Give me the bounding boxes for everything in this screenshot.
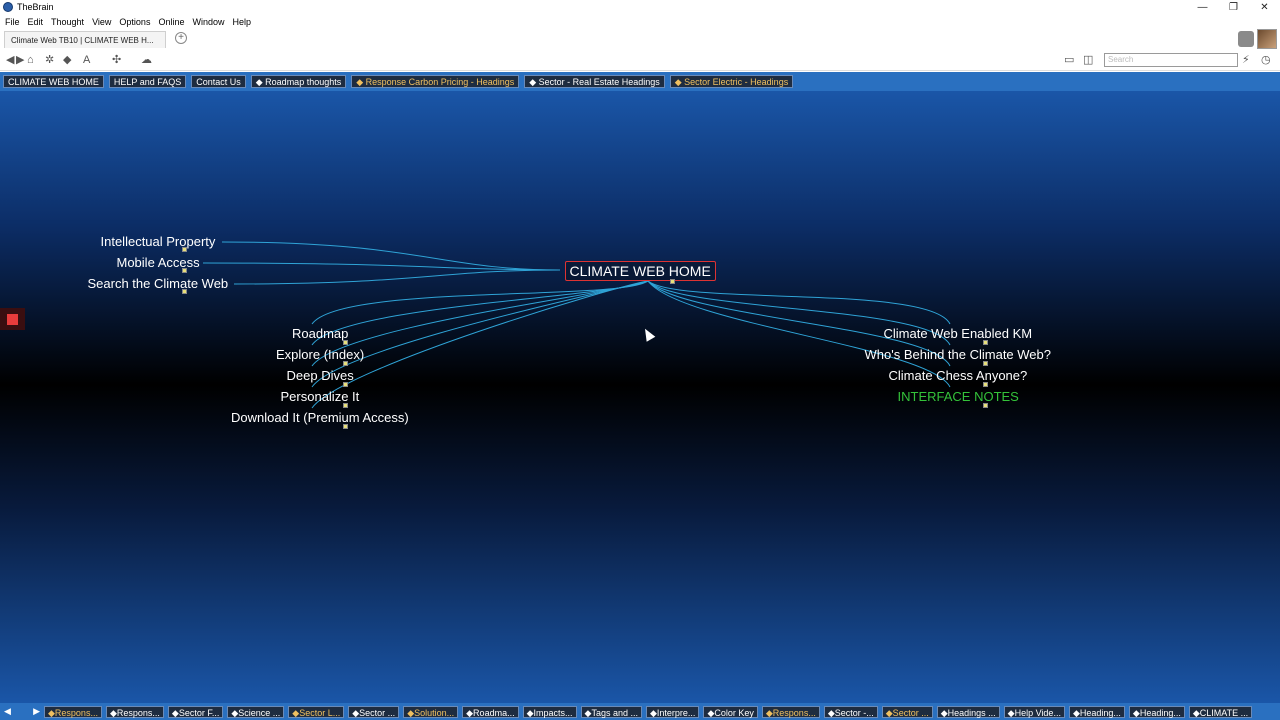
- sync-icon[interactable]: [1238, 31, 1254, 47]
- child-right-note-icon-1[interactable]: [983, 361, 988, 366]
- restore-button[interactable]: ❐: [1218, 0, 1249, 14]
- scroll-left-icon[interactable]: ◀: [4, 706, 11, 717]
- status-tab-5[interactable]: ◆Sector ...: [348, 705, 400, 718]
- child-right-note-icon-3[interactable]: [983, 403, 988, 408]
- pin-2[interactable]: Contact Us: [191, 75, 246, 88]
- child-left-thought-4[interactable]: Download It (Premium Access): [231, 410, 409, 425]
- parent-thought-2[interactable]: Search the Climate Web: [88, 276, 229, 291]
- title-bar: TheBrain — ❐ ✕: [0, 0, 1280, 14]
- clock-icon[interactable]: ◷: [1261, 53, 1271, 67]
- status-tab-0[interactable]: ◆Respons...: [44, 705, 102, 718]
- status-tab-14[interactable]: ◆Sector ...: [881, 705, 933, 718]
- parent-thought-0[interactable]: Intellectual Property: [101, 234, 216, 249]
- child-left-thought-1[interactable]: Explore (Index): [276, 347, 364, 362]
- pin-4[interactable]: ◆ Response Carbon Pricing - Headings: [351, 75, 520, 88]
- status-tab-4[interactable]: ◆Sector L...: [288, 705, 345, 718]
- status-bar: ◀ ▶ ◆Respons... ◆Respons... ◆Sector F... ◆S…: [0, 703, 1280, 720]
- connection-lines: [202, 241, 951, 409]
- app-title: TheBrain: [17, 2, 54, 12]
- menu-file[interactable]: File: [5, 17, 20, 27]
- user-avatar[interactable]: [1257, 29, 1277, 49]
- minimize-button[interactable]: —: [1187, 0, 1218, 14]
- status-tab-13[interactable]: ◆Sector -...: [823, 705, 878, 718]
- status-tab-9[interactable]: ◆Tags and ...: [580, 705, 642, 718]
- parent-note-icon-0[interactable]: [182, 247, 187, 252]
- pin-3[interactable]: ◆ Roadmap thoughts: [250, 75, 347, 88]
- menu-view[interactable]: View: [92, 17, 111, 27]
- status-tab-7[interactable]: ◆Roadma...: [462, 705, 519, 718]
- child-right-note-icon-0[interactable]: [983, 340, 988, 345]
- child-left-note-icon-1[interactable]: [343, 361, 348, 366]
- child-right-thought-3[interactable]: INTERFACE NOTES: [898, 389, 1019, 404]
- child-left-thought-3[interactable]: Personalize It: [281, 389, 360, 404]
- status-tab-15[interactable]: ◆Headings ...: [936, 705, 1000, 718]
- parent-thought-1[interactable]: Mobile Access: [117, 255, 200, 270]
- stop-button[interactable]: [0, 308, 25, 330]
- status-tab-11[interactable]: ◆Color Key: [703, 705, 758, 718]
- menu-bar: File Edit Thought View Options Online Wi…: [0, 14, 1280, 29]
- status-tab-2[interactable]: ◆Sector F...: [167, 705, 224, 718]
- child-left-note-icon-2[interactable]: [343, 382, 348, 387]
- search-input[interactable]: Search: [1104, 53, 1238, 67]
- tab-row: Climate Web TB10 | CLIMATE WEB H... +: [0, 29, 1280, 49]
- status-tab-10[interactable]: ◆Interpre...: [645, 705, 700, 718]
- home-icon[interactable]: ⌂: [27, 53, 34, 67]
- close-button[interactable]: ✕: [1249, 0, 1280, 14]
- status-tab-19[interactable]: ◆CLIMATE ...: [1188, 705, 1253, 718]
- brain-tab[interactable]: Climate Web TB10 | CLIMATE WEB H...: [4, 31, 166, 48]
- child-right-thought-1[interactable]: Who's Behind the Climate Web?: [865, 347, 1052, 362]
- split-pane-icon[interactable]: ◫: [1083, 53, 1093, 67]
- back-icon[interactable]: ◀: [6, 53, 14, 67]
- central-note-icon[interactable]: [670, 279, 675, 284]
- forward-icon[interactable]: ▶: [16, 53, 24, 67]
- child-right-thought-2[interactable]: Climate Chess Anyone?: [889, 368, 1028, 383]
- single-pane-icon[interactable]: ▭: [1064, 53, 1074, 67]
- menu-edit[interactable]: Edit: [28, 17, 44, 27]
- status-tab-17[interactable]: ◆Heading...: [1068, 705, 1125, 718]
- pin-1[interactable]: HELP and FAQS: [108, 75, 187, 88]
- central-thought[interactable]: CLIMATE WEB HOME: [564, 261, 716, 281]
- pin-5[interactable]: ◆ Sector - Real Estate Headings: [524, 75, 665, 88]
- child-left-note-icon-4[interactable]: [343, 424, 348, 429]
- child-left-thought-0[interactable]: Roadmap: [292, 326, 348, 341]
- plex-canvas[interactable]: CLIMATE WEB HOME Intellectual Property Mob…: [0, 91, 1280, 703]
- child-left-note-icon-3[interactable]: [343, 403, 348, 408]
- pins-bar: CLIMATE WEB HOME HELP and FAQS Contact Us ◆…: [0, 72, 1280, 91]
- pin-0[interactable]: CLIMATE WEB HOME: [3, 75, 104, 88]
- network-icon[interactable]: ✲: [45, 53, 54, 67]
- menu-thought[interactable]: Thought: [51, 17, 84, 27]
- layout-icon[interactable]: ✣: [112, 53, 121, 67]
- window-controls: — ❐ ✕: [1187, 0, 1280, 14]
- status-tab-1[interactable]: ◆Respons...: [105, 705, 164, 718]
- stop-icon: [7, 313, 18, 325]
- status-tab-12[interactable]: ◆Respons...: [761, 705, 820, 718]
- pin-6[interactable]: ◆ Sector Electric - Headings: [669, 75, 794, 88]
- font-size-icon[interactable]: A: [83, 53, 90, 67]
- status-tab-8[interactable]: ◆Impacts...: [522, 705, 577, 718]
- menu-options[interactable]: Options: [119, 17, 150, 27]
- scroll-right-icon[interactable]: ▶: [33, 706, 40, 717]
- app-logo-icon: [3, 2, 13, 12]
- menu-online[interactable]: Online: [158, 17, 184, 27]
- status-tab-6[interactable]: ◆Solution...: [403, 705, 459, 718]
- status-tab-16[interactable]: ◆Help Vide...: [1003, 705, 1065, 718]
- parent-note-icon-1[interactable]: [182, 268, 187, 273]
- menu-help[interactable]: Help: [232, 17, 251, 27]
- lightning-icon[interactable]: ⚡: [1242, 53, 1250, 67]
- status-tab-18[interactable]: ◆Heading...: [1128, 705, 1185, 718]
- status-tab-3[interactable]: ◆Science ...: [227, 705, 285, 718]
- toolbar: ◀ ▶ ⌂ ✲ ◆ A ✣ ☁ ▭ ◫ Search ⚡ ◷: [0, 49, 1280, 71]
- cloud-icon[interactable]: ☁: [141, 53, 152, 67]
- add-tab-button[interactable]: +: [175, 32, 187, 44]
- status-scroll-arrows: ◀ ▶: [0, 706, 44, 717]
- tag-icon[interactable]: ◆: [63, 53, 71, 67]
- menu-window[interactable]: Window: [192, 17, 224, 27]
- child-right-thought-0[interactable]: Climate Web Enabled KM: [884, 326, 1033, 341]
- child-left-note-icon-0[interactable]: [343, 340, 348, 345]
- child-left-thought-2[interactable]: Deep Dives: [287, 368, 354, 383]
- parent-note-icon-2[interactable]: [182, 289, 187, 294]
- child-right-note-icon-2[interactable]: [983, 382, 988, 387]
